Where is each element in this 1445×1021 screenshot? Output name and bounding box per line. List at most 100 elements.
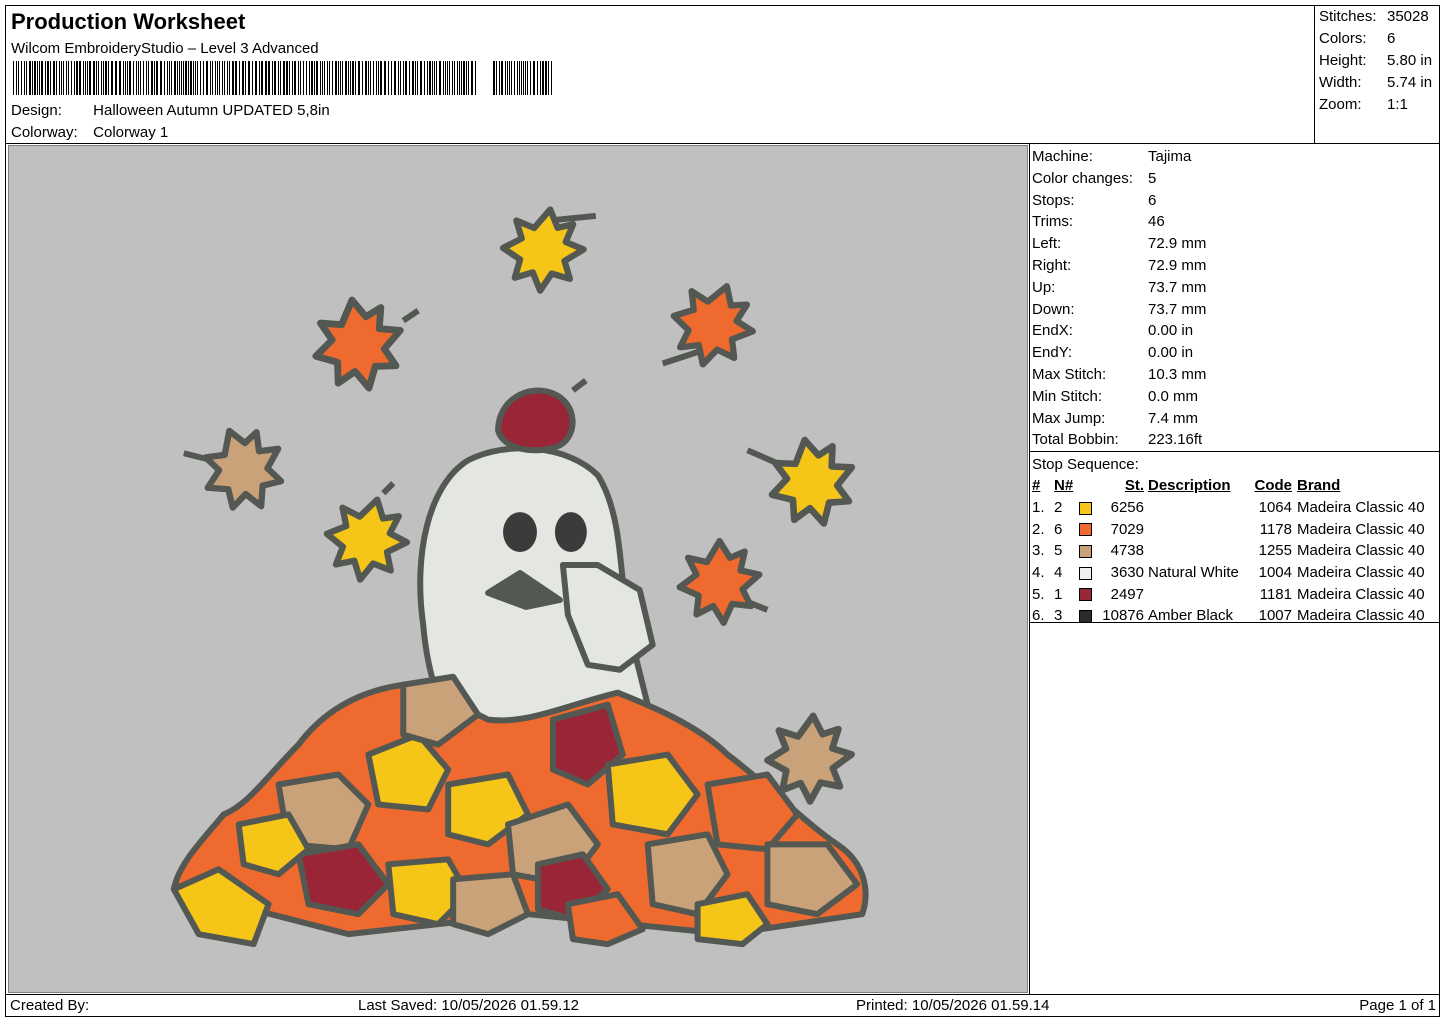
barcode-bar	[171, 61, 172, 95]
divider	[1029, 451, 1440, 452]
barcode-bar	[41, 61, 43, 95]
barcode-bar	[457, 61, 458, 95]
barcode-bar	[380, 61, 382, 95]
summary-value: 1:1	[1387, 96, 1408, 113]
stop-index: 6.	[1032, 607, 1045, 625]
barcode-bar	[320, 61, 321, 95]
barcode-bar	[327, 61, 328, 95]
stitch-count: 2497	[1110, 585, 1144, 603]
thread-brand: Madeira Classic 40	[1297, 564, 1425, 582]
thread-description	[1144, 497, 1248, 519]
barcode-bar	[545, 61, 547, 95]
machine-info-row: Color changes: 5	[1032, 168, 1440, 190]
barcode-bar	[89, 61, 91, 95]
barcode-bar	[156, 61, 158, 95]
machine-info-value: 7.4 mm	[1148, 409, 1199, 427]
machine-info-value: 223.16ft	[1148, 431, 1203, 449]
barcode-bar	[210, 61, 211, 95]
barcode-bar	[83, 61, 84, 95]
barcode-bar	[224, 61, 225, 95]
barcode-bar	[499, 61, 500, 95]
barcode-bar	[151, 61, 153, 95]
col-header-description: Description	[1148, 477, 1231, 495]
machine-info-row: Stops: 6	[1032, 190, 1440, 212]
summary-label: Width:	[1319, 74, 1362, 91]
barcode-bar	[298, 61, 299, 95]
barcode-bar	[439, 61, 441, 95]
barcode-bar	[525, 61, 526, 95]
barcode-bar	[229, 61, 230, 95]
table-header-row: # N# St. Description Code Brand	[1032, 475, 1425, 497]
machine-info-label: Stops:	[1032, 191, 1075, 209]
barcode-bar	[232, 61, 234, 95]
machine-info-value: 10.3 mm	[1148, 365, 1207, 383]
barcode-bar	[509, 61, 510, 95]
barcode-bar	[101, 61, 102, 95]
barcode-bar	[507, 61, 508, 95]
barcode-bar	[174, 61, 176, 95]
barcode-bar	[511, 61, 512, 95]
barcode-bar	[169, 61, 170, 95]
machine-info-row: Min Stitch: 0.0 mm	[1032, 386, 1440, 408]
barcode-bar	[348, 61, 349, 95]
barcode-bar	[449, 61, 450, 95]
barcode-bar	[115, 61, 117, 95]
summary-label: Colors:	[1319, 30, 1367, 47]
barcode-bar	[66, 61, 67, 95]
barcode-bar	[154, 61, 155, 95]
barcode-bar	[352, 61, 354, 95]
barcode-bar	[501, 61, 503, 95]
barcode-bar	[427, 61, 428, 95]
machine-info-label: Machine:	[1032, 148, 1093, 165]
barcode-bar	[59, 61, 60, 95]
barcode-bar	[133, 61, 134, 95]
color-swatch-cell	[1076, 583, 1100, 605]
barcode-bar	[338, 61, 339, 95]
barcode-bar	[179, 61, 180, 95]
divider	[6, 143, 1440, 144]
created-by: Created By:	[10, 997, 90, 1014]
machine-info-row: EndX: 0.00 in	[1032, 320, 1440, 342]
barcode-bar	[222, 61, 223, 95]
col-header-swatch	[1076, 475, 1100, 497]
barcode-bar	[466, 61, 467, 95]
machine-info-label: Trims:	[1032, 213, 1074, 231]
design-row: Design: Halloween Autumn UPDATED 5,8in	[11, 102, 330, 119]
barcode-bar	[280, 61, 281, 95]
barcode-bar	[177, 61, 178, 95]
barcode-bar	[227, 61, 228, 95]
machine-info-row: Left: 72.9 mm	[1032, 233, 1440, 255]
barcode-bar	[87, 61, 88, 95]
barcode-bar	[193, 61, 194, 95]
stop-sequence-row: 4. 4 3630 Natural White 1004 Madeira Classic …	[1032, 562, 1425, 584]
machine-info-label: Left:	[1032, 235, 1062, 253]
barcode-bar	[355, 61, 356, 95]
barcode-bar	[519, 61, 520, 95]
barcode-bar	[185, 61, 187, 95]
barcode-bar	[384, 61, 386, 95]
design-preview	[8, 145, 1028, 993]
barcode-bar	[303, 61, 304, 95]
thread-description	[1144, 583, 1248, 605]
barcode-bar	[252, 61, 253, 95]
barcode-bar	[74, 61, 75, 95]
barcode-bar	[405, 61, 407, 95]
barcode-bar	[136, 61, 137, 95]
barcode-bar	[71, 61, 72, 95]
barcode-bar	[362, 61, 363, 95]
thread-code: 1007	[1258, 607, 1292, 625]
page-number: Page 1 of 1	[1359, 997, 1436, 1014]
design-label: Design:	[11, 102, 62, 119]
barcode-bar	[409, 61, 410, 95]
barcode-bar	[530, 61, 531, 95]
stop-sequence: Stop Sequence: # N# St. Description Code…	[1032, 454, 1440, 627]
barcode-bar	[412, 61, 414, 95]
barcode-bar	[138, 61, 139, 95]
thread-description	[1144, 518, 1248, 540]
machine-info-value: 73.7 mm	[1148, 300, 1207, 318]
barcode-bar	[373, 61, 374, 95]
barcode-bar	[514, 61, 515, 95]
barcode-bar	[197, 61, 198, 95]
barcode-bar	[394, 61, 396, 95]
summary-label: Height:	[1319, 52, 1367, 69]
